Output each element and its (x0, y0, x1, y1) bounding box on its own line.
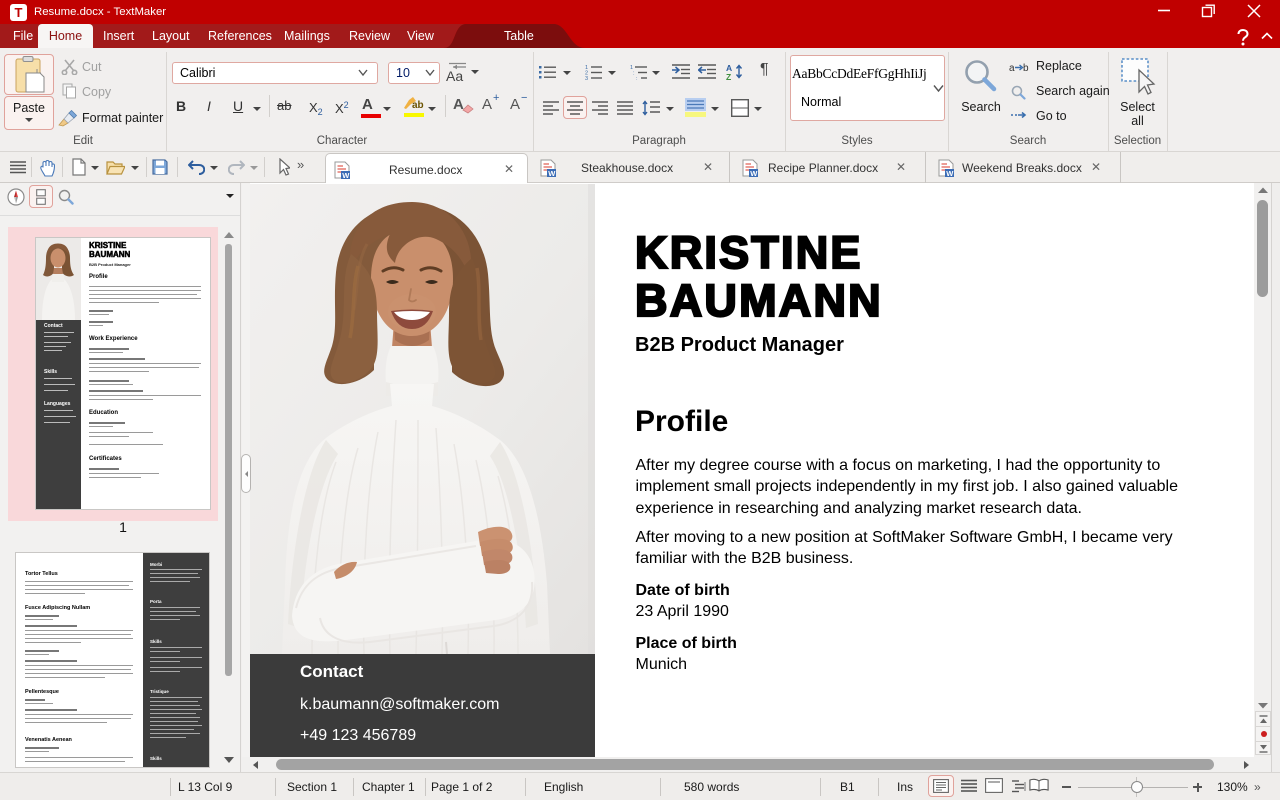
svg-text:b: b (1023, 63, 1029, 74)
svg-text:3: 3 (585, 76, 588, 80)
svg-text::: : (633, 71, 635, 77)
svg-text:W: W (750, 169, 758, 177)
svg-text:Z: Z (726, 72, 731, 81)
svg-text:W: W (548, 169, 556, 177)
svg-text::: : (636, 76, 638, 80)
svg-text:Aa: Aa (446, 68, 463, 83)
svg-text:a: a (1009, 63, 1015, 74)
svg-text:W: W (946, 169, 954, 177)
svg-text:W: W (342, 171, 350, 179)
svg-text:ab: ab (412, 100, 424, 110)
